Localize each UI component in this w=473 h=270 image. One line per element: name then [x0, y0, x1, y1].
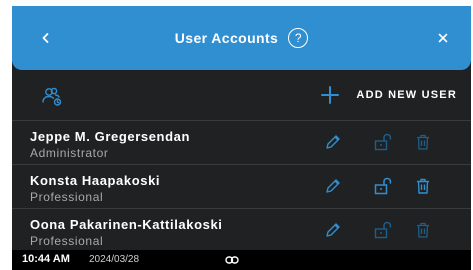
pencil-icon	[326, 223, 340, 237]
header-bar: User Accounts ?	[12, 6, 471, 70]
delete-user-button	[413, 132, 433, 152]
user-row[interactable]: Jeppe M. Gregersendan Administrator	[12, 120, 471, 164]
user-group-settings-icon[interactable]	[40, 84, 64, 108]
trash-icon	[417, 134, 429, 150]
unlock-icon	[374, 221, 392, 239]
add-new-user-button[interactable]: ADD NEW USER	[320, 80, 457, 110]
user-role: Professional	[30, 234, 104, 248]
close-button[interactable]	[431, 26, 455, 50]
edit-user-button[interactable]	[323, 220, 343, 240]
status-date: 2024/03/28	[89, 254, 140, 265]
back-button[interactable]	[34, 26, 58, 50]
unlock-icon	[374, 177, 392, 195]
status-bar: 10:44 AM 2024/03/28	[12, 250, 471, 270]
user-role: Administrator	[30, 146, 109, 160]
user-accounts-screen: User Accounts ? ADD NEW USER Jeppe M. Gr…	[12, 6, 471, 270]
close-icon	[438, 33, 448, 43]
unlock-user-button	[373, 220, 393, 240]
chevron-left-icon	[42, 33, 49, 43]
plus-icon	[321, 86, 340, 104]
user-row[interactable]: Oona Pakarinen-Kattilakoski Professional	[12, 208, 471, 252]
user-role: Professional	[30, 190, 104, 204]
trash-icon	[417, 222, 429, 238]
page-title-group: User Accounts ?	[12, 6, 471, 70]
unlock-user-button[interactable]	[373, 176, 393, 196]
user-toolbar: ADD NEW USER	[12, 70, 471, 120]
trash-icon	[417, 178, 429, 194]
status-time: 10:44 AM	[22, 253, 70, 265]
edit-user-button[interactable]	[323, 132, 343, 152]
user-name: Jeppe M. Gregersendan	[30, 129, 190, 144]
unlock-icon	[374, 133, 392, 151]
help-button[interactable]: ?	[288, 28, 309, 48]
delete-user-button[interactable]	[413, 176, 433, 196]
edit-user-button[interactable]	[323, 176, 343, 196]
pencil-icon	[326, 179, 340, 193]
user-list: Jeppe M. Gregersendan Administrator Kons…	[12, 120, 471, 252]
user-name: Konsta Haapakoski	[30, 173, 161, 188]
link-icon	[225, 256, 239, 264]
unlock-user-button	[373, 132, 393, 152]
delete-user-button	[413, 220, 433, 240]
add-new-user-label: ADD NEW USER	[356, 89, 457, 101]
user-row[interactable]: Konsta Haapakoski Professional	[12, 164, 471, 208]
pencil-icon	[326, 135, 340, 149]
user-name: Oona Pakarinen-Kattilakoski	[30, 217, 223, 232]
page-title: User Accounts	[174, 30, 279, 46]
